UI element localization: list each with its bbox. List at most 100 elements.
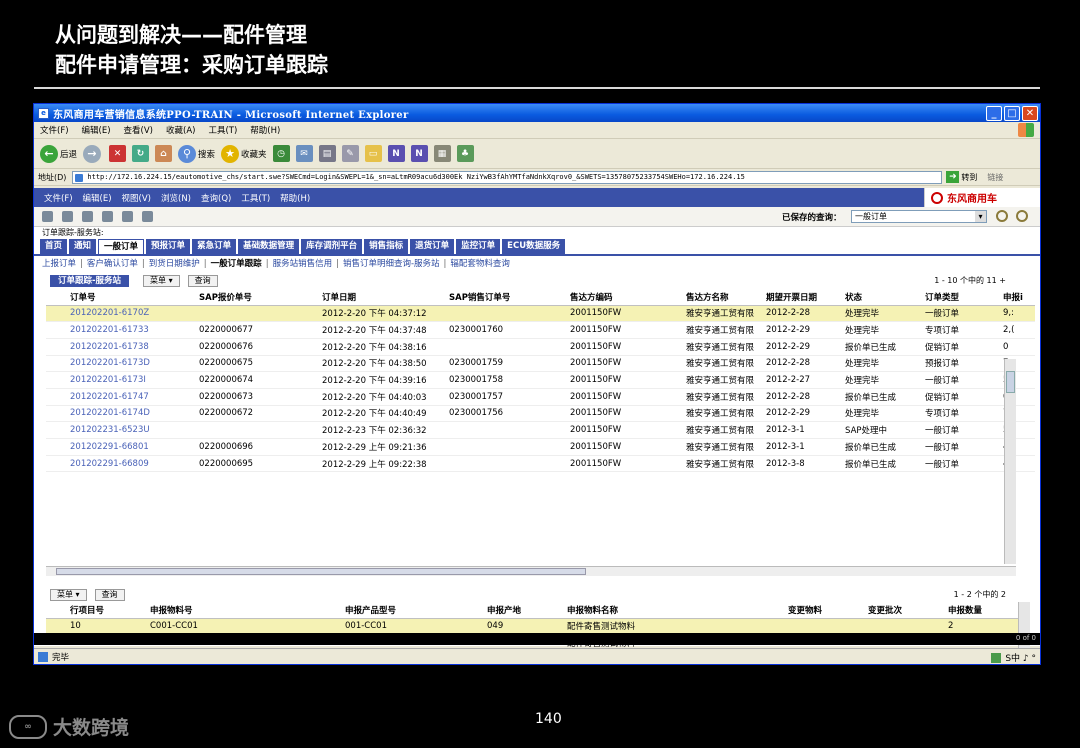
orders-hscroll-thumb[interactable] [56,568,586,575]
screen-tab[interactable]: 销售指标 [364,239,409,254]
list-icon[interactable] [102,211,113,222]
orders-vscroll[interactable] [1004,359,1016,564]
search-button[interactable]: ⚲ 搜索 [178,144,215,163]
lines-column-header[interactable]: 申报产品型号 [333,602,475,619]
app-menu-item[interactable]: 视图(V) [122,192,151,204]
close-button[interactable]: ✕ [1022,105,1038,121]
links-button[interactable]: 链接 [987,172,1003,183]
history-icon[interactable]: ◷ [272,145,290,162]
orders-cell[interactable]: 201202291-66809 [58,455,187,473]
orders-cell[interactable]: 201202201-6174D [58,405,187,423]
orders-cell[interactable]: 201202201-6173I [58,371,187,389]
orders-row[interactable]: 201202201-61733 0220000677 2012-2-20 下午 04… [46,321,1035,339]
messenger-icon[interactable]: ♣ [456,145,474,162]
screen-tab[interactable]: 通知 [69,239,97,254]
back-button[interactable]: ← 后退 [40,144,77,163]
orders-row[interactable]: 201202201-61747 0220000673 2012-2-20 下午 04… [46,388,1035,406]
refresh-icon[interactable]: ↻ [132,145,150,162]
orders-query-button[interactable]: 查询 [187,274,218,287]
home-icon[interactable]: ⌂ [155,145,173,162]
ime-indicator[interactable]: S中 ♪ ° [1005,651,1036,664]
mail-icon[interactable]: ✉ [295,145,313,162]
orders-cell[interactable]: 201202231-6523U [58,421,187,439]
orders-column-header[interactable]: 售达方名称 [674,289,755,306]
view-link[interactable]: 到货日期维护 [149,259,200,269]
research-icon[interactable]: ▦ [433,145,451,162]
orders-row[interactable]: 201202231-6523U 2012-2-23 下午 02:36:32 2001… [46,421,1035,439]
lines-column-header[interactable]: 申报物料名称 [555,602,776,619]
discuss-icon[interactable]: ▭ [364,145,382,162]
orders-column-header[interactable]: 售达方编码 [558,289,674,306]
screen-tab[interactable]: 监控订单 [456,239,501,254]
print-icon[interactable]: ▤ [318,145,336,162]
app-menu-item[interactable]: 编辑(E) [83,192,112,204]
orders-column-header[interactable]: 订单号 [58,289,187,306]
orders-column-header[interactable]: 期望开票日期 [754,289,834,306]
view-link[interactable]: 一般订单跟踪 [211,259,262,269]
binoculars-icon[interactable] [62,211,73,222]
orders-row[interactable]: 201202201-6174D 0220000672 2012-2-20 下午 04… [46,405,1035,423]
orders-column-header[interactable]: 订单类型 [913,289,992,306]
orders-hscroll[interactable] [46,566,1016,576]
view-link[interactable]: 上报订单 [42,259,76,269]
orders-column-header[interactable]: SAP报价单号 [187,289,310,306]
go-button[interactable]: ➜ 转到 [946,171,977,183]
orders-cell[interactable]: 201202201-61738 [58,338,187,356]
favorites-button[interactable]: ★ 收藏夹 [221,144,267,163]
screen-tab[interactable]: 预报订单 [146,239,191,254]
ie-menu-item[interactable]: 帮助(H) [250,124,280,136]
screen-tab[interactable]: 紧急订单 [192,239,237,254]
app-menu-item[interactable]: 工具(T) [241,192,270,204]
onenote-send-icon[interactable]: N [410,145,428,162]
ie-menu-item[interactable]: 收藏(A) [166,124,195,136]
ie-menu-item[interactable]: 查看(V) [124,124,153,136]
orders-vscroll-thumb[interactable] [1006,371,1015,393]
lines-column-header[interactable]: 变更批次 [856,602,936,619]
report-icon[interactable] [142,211,153,222]
orders-column-header[interactable]: 状态 [833,289,914,306]
view-link[interactable]: 客户确认订单 [87,259,138,269]
orders-cell[interactable]: 201202201-6170Z [58,305,187,323]
screen-tab[interactable]: 库存调剂平台 [301,239,363,254]
ie-menu-item[interactable]: 编辑(E) [82,124,111,136]
query-search-icon[interactable] [996,210,1008,222]
orders-cell[interactable]: 201202291-66801 [58,438,187,456]
screen-tab[interactable]: 退货订单 [410,239,455,254]
orders-column-header[interactable]: 订单日期 [310,289,437,306]
app-menu-item[interactable]: 文件(F) [44,192,73,204]
maximize-button[interactable]: □ [1004,105,1020,121]
lines-column-header[interactable]: 申报物料号 [138,602,333,619]
minimize-button[interactable]: _ [986,105,1002,121]
orders-column-header[interactable]: SAP销售订单号 [437,289,558,306]
address-input[interactable]: http://172.16.224.15/eautomotive_chs/sta… [72,170,943,184]
forward-button[interactable]: → [83,144,103,163]
ie-menu-item[interactable]: 文件(F) [40,124,69,136]
orders-row[interactable]: 201202201-6173D 0220000675 2012-2-20 下午 04… [46,355,1035,373]
orders-row[interactable]: 201202291-66801 0220000696 2012-2-29 上午 09… [46,438,1035,456]
back-history-icon[interactable] [122,211,133,222]
orders-row[interactable]: 201202201-6173I 0220000674 2012-2-20 下午 04… [46,371,1035,389]
orders-cell[interactable]: 201202201-6173D [58,355,187,373]
app-menu-item[interactable]: 帮助(H) [280,192,310,204]
screen-tab[interactable]: 一般订单 [98,239,145,254]
lines-column-header[interactable]: 申报数量 [936,602,1018,619]
lines-column-header[interactable]: 变更物料 [776,602,856,619]
view-link[interactable]: 销售订单明细查询-服务站 [343,259,440,269]
lines-query-button[interactable]: 查询 [94,588,125,601]
orders-cell[interactable]: 201202201-61733 [58,321,187,339]
lines-menu-button[interactable]: 菜单 ▾ [50,588,87,601]
screen-tab[interactable]: 首页 [40,239,68,254]
notes-icon[interactable] [82,211,93,222]
lines-column-header[interactable]: 行项目号 [58,602,138,619]
onenote-icon[interactable]: N [387,145,405,162]
screen-tab[interactable]: 基础数据管理 [238,239,300,254]
orders-row[interactable]: 201202291-66809 0220000695 2012-2-29 上午 09… [46,455,1035,473]
saved-query-select[interactable]: 一般订单 [851,210,987,223]
orders-column-header[interactable]: 申报i [991,289,1023,306]
app-menu-item[interactable]: 浏览(N) [161,192,191,204]
orders-row[interactable]: >201202201-6170Z 2012-2-20 下午 04:37:12 200… [46,305,1035,323]
orders-menu-button[interactable]: 菜单 ▾ [143,274,180,287]
screen-tab[interactable]: ECU数据服务 [502,239,566,254]
view-link[interactable]: 服务站销售信用 [273,259,333,269]
lines-column-header[interactable]: 申报产地 [475,602,555,619]
